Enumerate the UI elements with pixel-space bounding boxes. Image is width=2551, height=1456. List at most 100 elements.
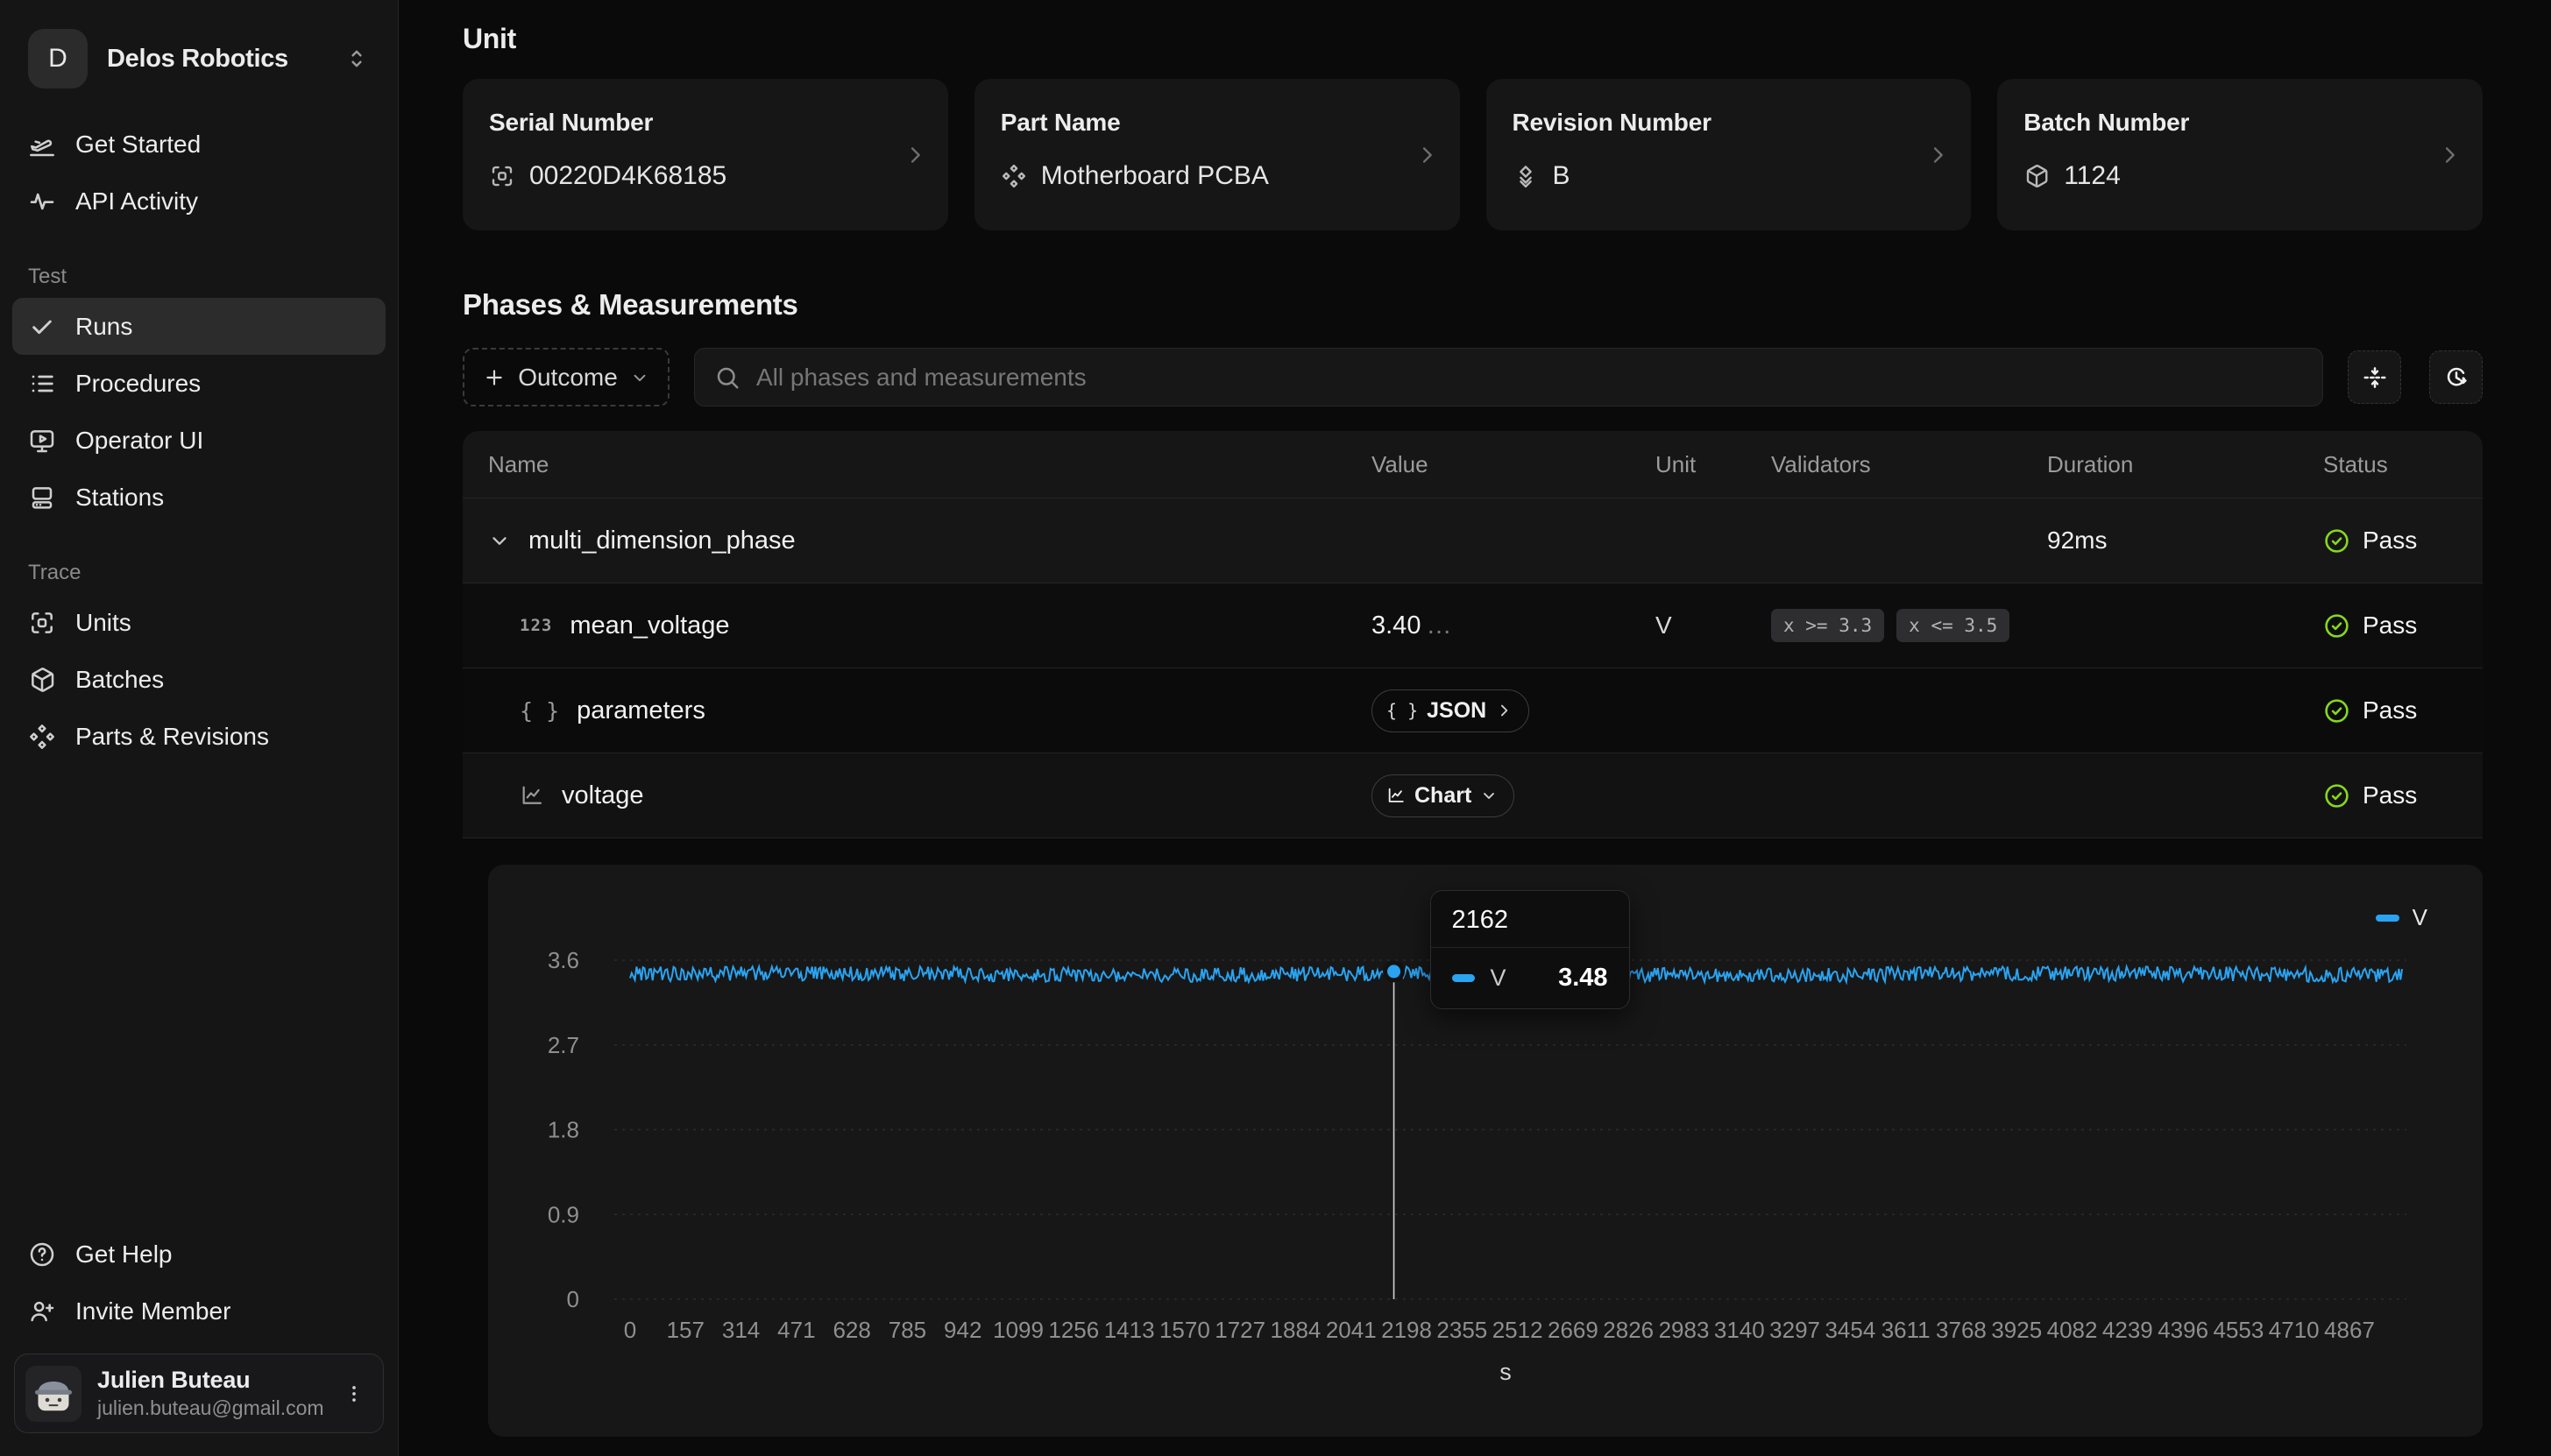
- station-icon: [28, 484, 56, 512]
- sidebar-item-invite-member[interactable]: Invite Member: [12, 1283, 386, 1339]
- org-switcher[interactable]: D Delos Robotics: [21, 26, 377, 91]
- card-label: Part Name: [1001, 109, 1434, 137]
- braces-type-icon: { }: [520, 698, 559, 724]
- sidebar-item-label: Procedures: [75, 370, 201, 398]
- sidebar-item-label: Stations: [75, 484, 164, 512]
- card-label: Revision Number: [1513, 109, 1945, 137]
- search-icon: [714, 364, 740, 391]
- card-serial-number[interactable]: Serial Number 00220D4K68185: [463, 79, 948, 230]
- table-header: Name Value Unit Validators Duration Stat…: [463, 431, 2483, 498]
- sidebar-item-runs[interactable]: Runs: [12, 298, 386, 355]
- chevron-down-icon[interactable]: [488, 529, 511, 552]
- svg-text:0.9: 0.9: [548, 1201, 579, 1227]
- user-card[interactable]: Julien Buteau julien.buteau@gmail.com: [14, 1354, 384, 1433]
- svg-text:4867: 4867: [2324, 1317, 2375, 1343]
- sidebar-item-label: Runs: [75, 313, 132, 341]
- component-icon: [1001, 163, 1027, 189]
- svg-text:3611: 3611: [1881, 1317, 1931, 1343]
- chart-view-button[interactable]: Chart: [1371, 774, 1514, 817]
- sidebar-item-parts-revisions[interactable]: Parts & Revisions: [12, 708, 386, 765]
- user-email: julien.buteau@gmail.com: [97, 1396, 322, 1420]
- search-input[interactable]: [756, 364, 2303, 392]
- card-batch-number[interactable]: Batch Number 1124: [1997, 79, 2483, 230]
- sidebar-nav: Get Started API Activity Test Runs Proce…: [0, 91, 398, 1226]
- nav-group-trace: Trace: [12, 561, 386, 585]
- card-value-text: 1124: [2064, 161, 2121, 191]
- history-button[interactable]: [2429, 350, 2483, 404]
- unfold-icon: [344, 46, 370, 72]
- search-box: [694, 348, 2323, 406]
- legend-swatch: [2376, 915, 2399, 922]
- svg-text:785: 785: [889, 1317, 926, 1343]
- svg-text:1570: 1570: [1159, 1317, 1210, 1343]
- component-icon: [28, 723, 56, 751]
- validator-badge: x <= 3.5: [1896, 609, 2009, 642]
- monitor-play-icon: [28, 427, 56, 455]
- layers-icon: [1513, 163, 1539, 189]
- svg-text:3140: 3140: [1714, 1317, 1765, 1343]
- outcome-filter-button[interactable]: Outcome: [463, 348, 670, 406]
- phase-duration: 92ms: [2047, 527, 2323, 555]
- table-row-phase[interactable]: multi_dimension_phase 92ms Pass: [463, 498, 2483, 583]
- svg-text:3925: 3925: [1991, 1317, 2042, 1343]
- table-row-mean-voltage[interactable]: 123 mean_voltage 3.40 … V x >= 3.3 x <= …: [463, 583, 2483, 668]
- measurement-unit: V: [1655, 611, 1771, 640]
- sidebar: D Delos Robotics Get Started API Activit…: [0, 0, 399, 1456]
- sidebar-item-units[interactable]: Units: [12, 594, 386, 651]
- sidebar-item-procedures[interactable]: Procedures: [12, 355, 386, 412]
- svg-text:471: 471: [777, 1317, 815, 1343]
- col-duration: Duration: [2047, 451, 2323, 478]
- card-value-text: 00220D4K68185: [529, 161, 726, 191]
- svg-text:157: 157: [667, 1317, 705, 1343]
- chevron-right-icon: [1495, 702, 1513, 719]
- user-menu-dots-icon[interactable]: [337, 1377, 371, 1410]
- json-viewer-button[interactable]: { } JSON: [1371, 689, 1529, 732]
- chevron-right-icon: [1925, 143, 1950, 167]
- col-name: Name: [463, 451, 1371, 478]
- user-name: Julien Buteau: [97, 1367, 322, 1394]
- chevron-right-icon: [1414, 143, 1439, 167]
- package-icon: [28, 666, 56, 694]
- voltage-chart-panel[interactable]: 3.62.71.80.90015731447162878594210991256…: [488, 865, 2483, 1437]
- sidebar-item-api-activity[interactable]: API Activity: [12, 173, 386, 230]
- sidebar-item-get-started[interactable]: Get Started: [12, 116, 386, 173]
- chart-legend-item-v[interactable]: V: [2376, 904, 2427, 931]
- svg-text:2983: 2983: [1659, 1317, 1710, 1343]
- user-avatar: [25, 1366, 81, 1422]
- table-row-parameters[interactable]: { } parameters { } JSON Pass: [463, 668, 2483, 753]
- chart-button-label: Chart: [1414, 783, 1471, 809]
- sidebar-item-batches[interactable]: Batches: [12, 651, 386, 708]
- sidebar-item-stations[interactable]: Stations: [12, 469, 386, 526]
- svg-text:1884: 1884: [1271, 1317, 1322, 1343]
- col-validators: Validators: [1771, 451, 2047, 478]
- tooltip-series-swatch: [1452, 974, 1475, 982]
- card-revision-number[interactable]: Revision Number B: [1486, 79, 1972, 230]
- collapse-rows-button[interactable]: [2348, 350, 2401, 404]
- unit-cards: Serial Number 00220D4K68185 Part Name Mo…: [463, 79, 2483, 230]
- table-row-voltage[interactable]: voltage Chart Pass: [463, 753, 2483, 838]
- card-value-text: B: [1553, 161, 1570, 191]
- plane-takeoff-icon: [28, 131, 56, 159]
- filters-toolbar: Outcome: [463, 348, 2483, 406]
- user-meta: Julien Buteau julien.buteau@gmail.com: [97, 1367, 322, 1420]
- scan-icon: [489, 163, 515, 189]
- collapse-vertical-icon: [2362, 364, 2388, 391]
- svg-text:3454: 3454: [1825, 1317, 1875, 1343]
- svg-text:2826: 2826: [1603, 1317, 1654, 1343]
- card-value-text: Motherboard PCBA: [1041, 161, 1269, 191]
- svg-text:2198: 2198: [1381, 1317, 1432, 1343]
- line-chart-type-icon: [520, 783, 544, 808]
- svg-text:1099: 1099: [993, 1317, 1044, 1343]
- chevron-right-icon: [2437, 143, 2462, 167]
- braces-icon: { }: [1386, 700, 1418, 721]
- sidebar-item-get-help[interactable]: Get Help: [12, 1226, 386, 1283]
- package-icon: [2023, 163, 2050, 189]
- activity-icon: [28, 187, 56, 216]
- card-part-name[interactable]: Part Name Motherboard PCBA: [974, 79, 1460, 230]
- sidebar-item-operator-ui[interactable]: Operator UI: [12, 412, 386, 469]
- svg-text:1413: 1413: [1104, 1317, 1155, 1343]
- sidebar-item-label: Parts & Revisions: [75, 723, 269, 751]
- sidebar-item-label: Get Started: [75, 131, 201, 159]
- svg-text:0: 0: [624, 1317, 636, 1343]
- plus-icon: [483, 366, 506, 389]
